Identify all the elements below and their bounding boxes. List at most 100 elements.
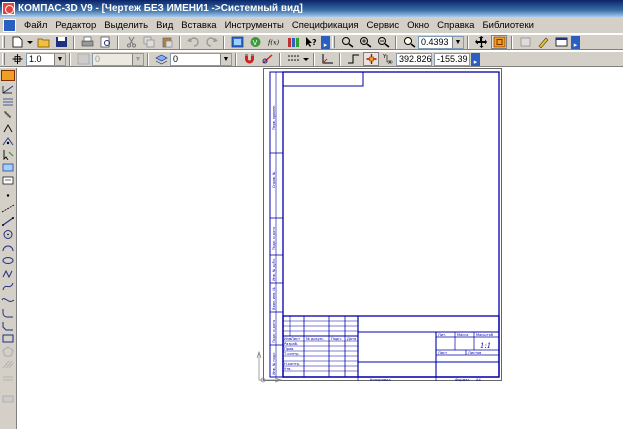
- chevron-down-icon[interactable]: ▼: [54, 53, 65, 65]
- designation-panel-icon[interactable]: [1, 97, 15, 108]
- list-label: Лист: [291, 337, 300, 341]
- cursor-coordinates-icon[interactable]: [363, 52, 379, 66]
- point-tool-icon[interactable]: [1, 190, 15, 201]
- measure-panel-icon[interactable]: [1, 136, 15, 147]
- print-icon[interactable]: [79, 35, 95, 49]
- zoom-in-icon[interactable]: [357, 35, 373, 49]
- menu-edit[interactable]: Редактор: [51, 20, 100, 31]
- layers-icon[interactable]: [153, 52, 169, 66]
- menu-help[interactable]: Справка: [433, 20, 478, 31]
- chamfer-tool-icon[interactable]: [1, 320, 15, 331]
- nurbs-tool-icon[interactable]: [1, 294, 15, 305]
- menu-libraries[interactable]: Библиотеки: [478, 20, 537, 31]
- format-label: Формат: [455, 378, 470, 382]
- menu-file[interactable]: Файл: [20, 20, 51, 31]
- contour-tool-icon[interactable]: [1, 372, 15, 383]
- toolbar-separator: [339, 52, 341, 66]
- select-panel-icon[interactable]: [1, 149, 15, 161]
- rectangle-tool-icon[interactable]: [1, 333, 15, 344]
- macro-tool-icon[interactable]: [1, 393, 15, 404]
- snap-grid-icon[interactable]: [9, 52, 25, 66]
- manager-documents-icon[interactable]: [229, 35, 245, 49]
- variables-icon[interactable]: V: [247, 35, 263, 49]
- zoom-combobox[interactable]: 0.4393 ▼: [418, 35, 464, 49]
- save-icon[interactable]: [53, 35, 69, 49]
- pencil-ruler-icon[interactable]: [535, 35, 551, 49]
- document-system-icon[interactable]: [3, 18, 16, 32]
- toolbar-grip[interactable]: [2, 36, 5, 48]
- magnet-snap-icon[interactable]: [241, 52, 257, 66]
- segment-tool-icon[interactable]: [1, 216, 15, 227]
- undo-icon[interactable]: [185, 35, 201, 49]
- ellipse-tool-icon[interactable]: [1, 255, 15, 266]
- toolbar-overflow-icon[interactable]: ▸: [471, 52, 480, 66]
- bezier-tool-icon[interactable]: [1, 281, 15, 292]
- cursor-x-field[interactable]: 392.826: [396, 52, 432, 66]
- cursor-y-field[interactable]: -155.39: [434, 52, 470, 66]
- menu-select[interactable]: Выделить: [100, 20, 152, 31]
- toolbar-grip[interactable]: [2, 53, 5, 65]
- function-fx-icon[interactable]: f(x): [265, 35, 283, 49]
- auxiliary-line-icon[interactable]: [1, 203, 15, 214]
- polygon-tool-icon[interactable]: [1, 346, 15, 357]
- toolbar-grip[interactable]: [332, 36, 335, 48]
- menu-specification[interactable]: Спецификация: [288, 20, 363, 31]
- local-snap-icon[interactable]: [259, 52, 275, 66]
- polyline-tool-icon[interactable]: [1, 268, 15, 279]
- pan-move-icon[interactable]: [473, 35, 489, 49]
- chevron-down-icon[interactable]: ▼: [220, 53, 231, 65]
- developed-label: Разраб.: [284, 342, 298, 346]
- show-all-icon[interactable]: [491, 35, 507, 49]
- hatch-tool-icon[interactable]: [1, 359, 15, 370]
- n-control-label: Н.контр.: [284, 362, 300, 366]
- local-coordinates-icon[interactable]: [319, 52, 335, 66]
- drawing-workspace[interactable]: Лит. Масса Масштаб Лист Листов Изм. Лист…: [18, 68, 623, 429]
- new-document-icon[interactable]: [9, 35, 25, 49]
- print-preview-icon[interactable]: [97, 35, 113, 49]
- edit-panel-icon[interactable]: [1, 110, 15, 121]
- menu-view[interactable]: Вид: [152, 20, 177, 31]
- doc-number-label: № докум.: [306, 337, 324, 341]
- fillet-tool-icon[interactable]: [1, 307, 15, 318]
- style-combobox[interactable]: 0 ▼: [92, 52, 144, 66]
- reports-panel-icon[interactable]: [1, 175, 15, 186]
- cut-icon[interactable]: [123, 35, 139, 49]
- spec-panel-icon[interactable]: [1, 162, 15, 173]
- help-pointer-icon[interactable]: ?: [303, 35, 319, 49]
- arc-tool-icon[interactable]: [1, 242, 15, 253]
- paste-icon[interactable]: [159, 35, 175, 49]
- chevron-down-icon[interactable]: ▼: [452, 36, 463, 48]
- zoom-scale-icon[interactable]: [401, 35, 417, 49]
- open-folder-icon[interactable]: [35, 35, 51, 49]
- toolbar-overflow-icon[interactable]: ▸: [571, 35, 580, 49]
- menu-tools[interactable]: Инструменты: [221, 20, 288, 31]
- window-title: КОМПАС-3D V9 - [Чертеж БЕЗ ИМЕНИ1 ->Сист…: [18, 3, 303, 14]
- geometry-panel-icon[interactable]: [1, 70, 15, 81]
- redo-icon[interactable]: [203, 35, 219, 49]
- zoom-window-icon[interactable]: [339, 35, 355, 49]
- menu-window[interactable]: Окно: [403, 20, 433, 31]
- menu-insert[interactable]: Вставка: [177, 20, 220, 31]
- layer-combobox[interactable]: 0 ▼: [170, 52, 232, 66]
- drawing-sheet[interactable]: Лит. Масса Масштаб Лист Листов Изм. Лист…: [18, 68, 623, 429]
- refresh-image-icon[interactable]: [517, 35, 533, 49]
- parametrization-panel-icon[interactable]: [1, 123, 15, 134]
- zoom-out-icon[interactable]: [375, 35, 391, 49]
- menu-service[interactable]: Сервис: [363, 20, 404, 31]
- toolbar-separator: [117, 35, 119, 49]
- chevron-down-icon[interactable]: [27, 35, 33, 49]
- circle-tool-icon[interactable]: [1, 229, 15, 240]
- dimension-panel-icon[interactable]: [1, 84, 15, 95]
- copy-icon[interactable]: [141, 35, 157, 49]
- sheets-label: Листов: [468, 351, 481, 355]
- sheet-label: Лист: [438, 351, 447, 355]
- chevron-down-icon[interactable]: [303, 52, 309, 66]
- library-manager-icon[interactable]: [285, 35, 301, 49]
- grid-dots-icon[interactable]: [285, 52, 301, 66]
- layer-view-icon[interactable]: [553, 35, 569, 49]
- style-icon[interactable]: [75, 52, 91, 66]
- ortho-mode-icon[interactable]: [345, 52, 361, 66]
- line-width-combobox[interactable]: 1.0 ▼: [26, 52, 66, 66]
- chevron-down-icon[interactable]: ▼: [132, 53, 143, 65]
- toolbar-overflow-icon[interactable]: ▸: [321, 35, 330, 49]
